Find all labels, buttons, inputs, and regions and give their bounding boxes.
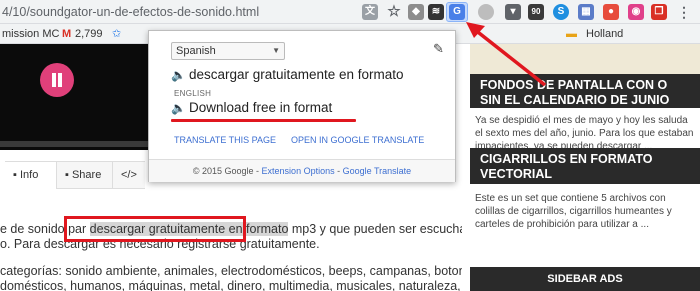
sidebar-post-title[interactable]: FONDOS DE PANTALLA CON O SIN EL CALENDAR… bbox=[470, 74, 700, 122]
pause-icon[interactable] bbox=[40, 63, 74, 97]
bookmark-star-icon[interactable]: ☆ bbox=[386, 4, 402, 20]
tab-share[interactable]: ▪ Share bbox=[57, 162, 113, 189]
extension-pocket-icon[interactable]: ❒ bbox=[651, 4, 667, 20]
target-language-label: ENGLISH bbox=[174, 89, 212, 98]
tab-info[interactable]: ▪ Info bbox=[5, 162, 57, 189]
address-bar[interactable]: 4/10/soundgator-un-de-efectos-de-sonido.… bbox=[0, 3, 330, 22]
share-icon: ▪ bbox=[65, 169, 72, 181]
extension-download-icon[interactable]: ▾ bbox=[505, 4, 521, 20]
translation-text: Download free in format bbox=[188, 100, 333, 115]
paragraph-line: domésticos, humanos, máquinas, metal, di… bbox=[0, 279, 462, 291]
bookmark-star-icon[interactable]: ✩ bbox=[112, 27, 121, 41]
menu-icon[interactable]: ⋮ bbox=[676, 4, 692, 20]
sidebar-post-excerpt: Este es un set que contiene 5 archivos c… bbox=[475, 193, 672, 230]
translate-popup: Spanish ▼ ✎ 🔈 descargar gratuitamente en … bbox=[148, 30, 456, 182]
folder-icon: ▬ bbox=[566, 28, 577, 40]
video-progress-bar[interactable] bbox=[0, 141, 150, 147]
speaker-icon[interactable]: 🔈 bbox=[171, 101, 186, 115]
translation-row: 🔈 Download free in format bbox=[171, 100, 332, 115]
bookmark-item[interactable]: mission MC bbox=[2, 27, 59, 41]
google-translate-icon[interactable]: G bbox=[449, 4, 465, 20]
source-text: descargar gratuitamente en formato bbox=[188, 67, 404, 82]
popup-footer: © 2015 Google - Extension Options - Goog… bbox=[149, 159, 455, 182]
pencil-icon[interactable]: ✎ bbox=[433, 41, 444, 57]
source-text-row: 🔈 descargar gratuitamente en formato bbox=[171, 67, 404, 82]
extension-pink-icon[interactable]: ◉ bbox=[628, 4, 644, 20]
info-icon: ▪ bbox=[13, 169, 20, 181]
extension-s-icon[interactable]: S bbox=[553, 4, 569, 20]
calendar-thumbnail bbox=[470, 44, 700, 74]
google-translate-link[interactable]: Google Translate bbox=[343, 166, 412, 176]
source-language-select[interactable]: Spanish ▼ bbox=[171, 42, 285, 60]
tab-embed[interactable]: </> bbox=[113, 162, 145, 189]
paragraph-line: categorías: sonido ambiente, animales, e… bbox=[0, 264, 462, 278]
bookmark-count[interactable]: 2,799 bbox=[75, 27, 103, 41]
sidebar-ads-header: SIDEBAR ADS bbox=[470, 267, 700, 291]
browser-window: 4/10/soundgator-un-de-efectos-de-sonido.… bbox=[0, 0, 700, 291]
player-tabs: ▪ Info ▪ Share </> bbox=[5, 161, 145, 189]
selection-highlight-box bbox=[64, 216, 246, 242]
extension-red-icon[interactable]: ● bbox=[603, 4, 619, 20]
open-google-translate-link[interactable]: OPEN IN GOOGLE TRANSLATE bbox=[291, 135, 424, 145]
sidebar: FONDOS DE PANTALLA CON O SIN EL CALENDAR… bbox=[470, 44, 700, 291]
page-translate-icon[interactable]: 文 bbox=[362, 4, 378, 20]
video-player[interactable] bbox=[0, 44, 150, 150]
extension-grid-icon[interactable]: ▦ bbox=[578, 4, 594, 20]
extension-icon[interactable]: ◆ bbox=[408, 4, 424, 20]
gmail-icon[interactable]: M bbox=[62, 27, 71, 41]
extension-circle-icon[interactable] bbox=[478, 4, 494, 20]
extension-options-link[interactable]: Extension Options bbox=[262, 166, 335, 176]
speaker-icon[interactable]: 🔈 bbox=[171, 68, 186, 82]
sidebar-post-title[interactable]: CIGARRILLOS EN FORMATO VECTORIAL bbox=[470, 148, 700, 184]
translate-page-link[interactable]: TRANSLATE THIS PAGE bbox=[174, 135, 276, 145]
translation-underline-annotation bbox=[171, 119, 356, 122]
bookmark-holland[interactable]: Holland bbox=[586, 27, 623, 41]
chevron-down-icon: ▼ bbox=[272, 46, 280, 55]
extension-badge-icon[interactable]: 90 bbox=[528, 4, 544, 20]
browser-toolbar: 4/10/soundgator-un-de-efectos-de-sonido.… bbox=[0, 0, 700, 24]
layers-icon[interactable]: ≋ bbox=[428, 4, 444, 20]
